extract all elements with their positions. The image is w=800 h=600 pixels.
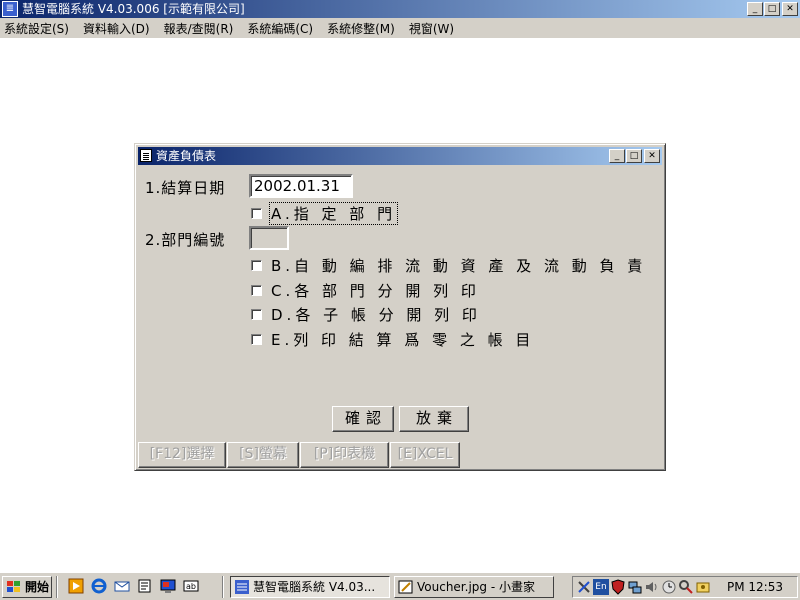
option-b-label: B.自 動 編 排 流 動 資 產 及 流 動 負 責 [271, 256, 647, 275]
option-e-label: E.列 印 結 算 爲 零 之 帳 目 [271, 330, 535, 349]
close-button[interactable]: ✕ [782, 2, 798, 16]
outlook-express-icon[interactable] [114, 578, 130, 594]
option-e-checkbox[interactable] [251, 333, 262, 345]
screen-output-button[interactable]: [S]螢幕 [227, 442, 299, 468]
option-a-checkbox[interactable] [251, 207, 262, 219]
tools-icon[interactable] [576, 579, 592, 595]
f12-select-button[interactable]: [F12]選擇 [138, 442, 226, 468]
internet-explorer-icon[interactable] [91, 578, 107, 594]
task-paint-label: Voucher.jpg - 小畫家 [417, 580, 535, 594]
option-e-row[interactable]: E.列 印 結 算 爲 零 之 帳 目 [251, 329, 535, 349]
network-icon[interactable] [627, 579, 643, 595]
main-title-bar: ≣ 慧智電腦系統 V4.03.006 [示範有限公司] _ □ ✕ [0, 0, 800, 18]
menu-data-input[interactable]: 資料輸入(D) [83, 20, 150, 37]
media-player-icon[interactable] [68, 578, 84, 594]
minimize-button[interactable]: _ [747, 2, 763, 16]
search-icon[interactable] [678, 579, 694, 595]
window-controls: _ □ ✕ [746, 2, 798, 16]
task-main-label: 慧智電腦系統 V4.03... [253, 580, 376, 594]
task-button-main-app[interactable]: 慧智電腦系統 V4.03... [230, 576, 390, 598]
option-c-checkbox[interactable] [251, 284, 262, 296]
start-label: 開始 [25, 580, 50, 594]
window-title: 慧智電腦系統 V4.03.006 [示範有限公司] [22, 2, 245, 16]
cancel-button[interactable]: 放棄 [399, 406, 469, 432]
maximize-button[interactable]: □ [764, 2, 780, 16]
department-no-input[interactable] [249, 226, 289, 250]
notepad-icon[interactable] [137, 578, 153, 594]
option-d-checkbox[interactable] [251, 308, 262, 320]
menu-system-maintenance[interactable]: 系統修整(M) [327, 20, 395, 37]
clock-app-icon[interactable] [661, 579, 677, 595]
dialog-minimize-button[interactable]: _ [609, 149, 625, 163]
balance-sheet-dialog: 資產負債表 _ □ ✕ 1.結算日期 2002.01.31 A.指 定 部 門 … [134, 143, 666, 471]
menu-window[interactable]: 視窗(W) [409, 20, 454, 37]
start-button[interactable]: 開始 [2, 576, 52, 598]
task-button-paint[interactable]: Voucher.jpg - 小畫家 [394, 576, 554, 598]
option-c-row[interactable]: C.各 部 門 分 開 列 印 [251, 280, 481, 300]
app-logo-icon [234, 579, 250, 595]
shield-icon[interactable] [610, 579, 626, 595]
settlement-date-input[interactable]: 2002.01.31 [249, 174, 353, 198]
windows-logo-icon [6, 579, 22, 595]
option-a-row[interactable]: A.指 定 部 門 [251, 201, 399, 225]
department-no-label: 2.部門編號 [145, 231, 226, 249]
option-a-label: A.指 定 部 門 [268, 201, 399, 225]
show-desktop-icon[interactable] [160, 578, 176, 594]
taskbar-clock: PM 12:53 [727, 580, 783, 594]
volume-icon[interactable] [644, 579, 660, 595]
dialog-title-bar: 資產負債表 _ □ ✕ [138, 147, 662, 165]
system-tray: En PM 12:53 [572, 576, 798, 598]
svg-text:ab: ab [186, 582, 196, 591]
menu-system-settings[interactable]: 系統設定(S) [4, 20, 69, 37]
language-indicator[interactable]: En [593, 579, 609, 595]
excel-output-button[interactable]: [E]XCEL [390, 442, 460, 468]
dialog-maximize-button[interactable]: □ [626, 149, 642, 163]
option-c-label: C.各 部 門 分 開 列 印 [271, 281, 480, 300]
dialog-close-button[interactable]: ✕ [644, 149, 660, 163]
menu-system-codes[interactable]: 系統編碼(C) [247, 20, 313, 37]
antivirus-icon[interactable] [695, 579, 711, 595]
dialog-title: 資產負債表 [156, 149, 217, 163]
paint-icon [398, 579, 414, 595]
dialog-window-controls: _ □ ✕ [608, 149, 660, 163]
settlement-date-label: 1.結算日期 [145, 179, 226, 197]
menu-bar: 系統設定(S) 資料輸入(D) 報表/查閱(R) 系統編碼(C) 系統修整(M)… [0, 18, 800, 38]
report-icon [140, 149, 152, 162]
taskbar-separator [56, 576, 58, 598]
app-logo-icon: ≣ [2, 1, 18, 17]
confirm-button[interactable]: 確認 [332, 406, 394, 432]
taskbar-separator [222, 576, 224, 598]
option-b-row[interactable]: B.自 動 編 排 流 動 資 產 及 流 動 負 責 [251, 255, 647, 275]
option-d-label: D.各 子 帳 分 開 列 印 [271, 305, 481, 324]
taskbar: 開始 ab 慧智電腦系統 V4.03... Voucher.jpg - 小畫家 … [0, 572, 800, 600]
option-d-row[interactable]: D.各 子 帳 分 開 列 印 [251, 304, 482, 324]
printer-output-button[interactable]: [P]印表機 [300, 442, 389, 468]
menu-reports[interactable]: 報表/查閱(R) [164, 20, 234, 37]
input-method-icon[interactable]: ab [183, 578, 199, 594]
option-b-checkbox[interactable] [251, 259, 262, 271]
